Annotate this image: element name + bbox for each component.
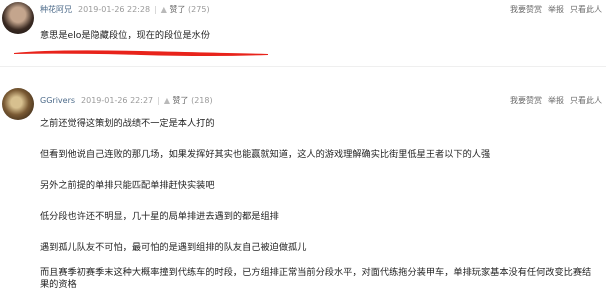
like-count: (275): [188, 5, 210, 14]
red-underline-annotation: [14, 50, 268, 56]
like-label: 赞了: [172, 96, 189, 105]
comment-1: 种花阿兄 2019-01-26 22:28 | ▲ 赞了 (275) 我要赞赏 举报 只看…: [0, 0, 606, 62]
like-button[interactable]: ▲ 赞了 (275): [161, 4, 210, 15]
comment-paragraph: 而且赛季初赛季末这种大概率撞到代练车的时段，已方组排正常当前分段水平，对面代练拖…: [40, 267, 592, 290]
timestamp: 2019-01-26 22:28: [78, 5, 151, 14]
comment-actions: 我要赞赏 举报 只看此人: [504, 4, 602, 15]
thumbs-up-icon: ▲: [163, 96, 170, 105]
thumbs-up-icon: ▲: [160, 5, 167, 14]
reward-button[interactable]: 我要赞赏: [510, 5, 542, 14]
comment-text: 意思是elo是隐藏段位，现在的段位是水份: [40, 30, 211, 41]
username[interactable]: GGrivers: [40, 96, 75, 105]
comment-meta: GGrivers 2019-01-26 22:27 | ▲ 赞了 (218): [40, 95, 213, 106]
comment-actions: 我要赞赏 举报 只看此人: [504, 95, 602, 106]
comment-paragraph: 低分段也许还不明显，几十星的局单排进去遇到的都是组排: [40, 211, 279, 222]
comment-paragraph: 之前还觉得这策划的战绩不一定是本人打的: [40, 118, 215, 129]
username[interactable]: 种花阿兄: [40, 5, 72, 14]
like-button[interactable]: ▲ 赞了 (218): [164, 95, 213, 106]
like-label: 赞了: [169, 5, 186, 14]
report-button[interactable]: 举报: [548, 5, 564, 14]
comment-paragraph: 遇到孤儿队友不可怕，最可怕的是遇到组排的队友自己被迫做孤儿: [40, 242, 307, 253]
only-this-user-button[interactable]: 只看此人: [570, 96, 602, 105]
comment-paragraph: 另外之前提的单排只能匹配单排赶快实装吧: [40, 180, 215, 191]
avatar[interactable]: [2, 2, 34, 34]
timestamp: 2019-01-26 22:27: [81, 96, 154, 105]
comment-divider: [0, 66, 606, 67]
comment-paragraph: 但看到他说自己连败的那几场，如果发挥好其实也能赢就知道，这人的游戏理解确实比街里…: [40, 149, 491, 160]
comment-2: GGrivers 2019-01-26 22:27 | ▲ 赞了 (218) 我要赞赏…: [0, 83, 606, 296]
report-button[interactable]: 举报: [548, 96, 564, 105]
only-this-user-button[interactable]: 只看此人: [570, 5, 602, 14]
comment-meta: 种花阿兄 2019-01-26 22:28 | ▲ 赞了 (275): [40, 4, 210, 15]
like-count: (218): [191, 96, 213, 105]
reward-button[interactable]: 我要赞赏: [510, 96, 542, 105]
avatar[interactable]: [2, 88, 34, 120]
